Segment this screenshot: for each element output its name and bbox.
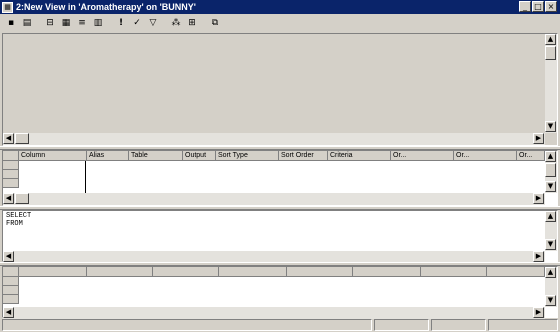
grid-hscroll[interactable]: ◀ ▶ — [3, 193, 545, 205]
grid-header-sort-order[interactable]: Sort Order — [279, 151, 328, 161]
diagram-vscroll[interactable]: ▲ ▼ — [545, 34, 557, 133]
status-panel-main — [2, 319, 372, 331]
results-header[interactable] — [287, 267, 353, 277]
sql-pane[interactable]: SELECT FROM ▲ ▼ ◀ ▶ — [2, 210, 558, 263]
scroll-down-icon[interactable]: ▼ — [545, 181, 556, 192]
grid-header-table[interactable]: Table — [129, 151, 183, 161]
window-title: 2:New View in 'Aromatherapy' on 'BUNNY' — [16, 2, 196, 12]
scroll-down-icon[interactable]: ▼ — [545, 295, 556, 306]
sql-vscroll[interactable]: ▲ ▼ — [545, 211, 557, 251]
results-corner — [3, 267, 19, 277]
sql-from-line[interactable]: FROM — [6, 220, 23, 229]
results-vscroll[interactable]: ▲ ▼ — [545, 267, 557, 307]
scroll-thumb[interactable] — [15, 193, 29, 204]
show-sql-icon[interactable]: ≡ — [75, 17, 89, 30]
scroll-thumb[interactable] — [15, 133, 29, 144]
status-panel — [374, 319, 429, 331]
scroll-left-icon[interactable]: ◀ — [3, 307, 14, 318]
app-icon[interactable]: ▦ — [2, 1, 13, 13]
grid-header-or-3[interactable]: Or... — [517, 151, 545, 161]
results-header[interactable] — [219, 267, 287, 277]
grid-vscroll[interactable]: ▲ ▼ — [545, 151, 557, 193]
row-selector[interactable] — [3, 161, 19, 170]
grid-corner — [3, 151, 19, 161]
scroll-up-icon[interactable]: ▲ — [545, 34, 556, 45]
title-bar: ▦ 2:New View in 'Aromatherapy' on 'BUNNY… — [0, 0, 560, 14]
diagram-hscroll[interactable]: ◀ ▶ — [3, 133, 545, 145]
row-selector[interactable] — [3, 179, 19, 188]
scroll-left-icon[interactable]: ◀ — [3, 251, 14, 262]
results-header[interactable] — [153, 267, 219, 277]
save-icon[interactable]: ▪ — [4, 17, 18, 30]
scroll-down-icon[interactable]: ▼ — [545, 239, 556, 250]
scroll-up-icon[interactable]: ▲ — [545, 151, 556, 162]
toolbar: ▪ ▤ ⊟ ▦ ≡ ▥ ! ✓ ▽ ⁂ ⊞ ⧉ — [0, 14, 560, 32]
row-selector[interactable] — [3, 286, 19, 295]
scroll-right-icon[interactable]: ▶ — [533, 133, 544, 144]
run-icon[interactable]: ! — [114, 17, 128, 30]
minimize-button[interactable]: _ — [519, 1, 531, 12]
add-table-icon[interactable]: ⊞ — [185, 17, 199, 30]
results-header[interactable] — [487, 267, 545, 277]
results-header[interactable] — [421, 267, 487, 277]
grid-header-or-2[interactable]: Or... — [454, 151, 517, 161]
scroll-right-icon[interactable]: ▶ — [533, 251, 544, 262]
row-selector[interactable] — [3, 277, 19, 286]
results-pane[interactable]: ▲ ▼ ◀ ▶ — [2, 266, 558, 319]
grid-header-sort-type[interactable]: Sort Type — [216, 151, 279, 161]
grid-header-column[interactable]: Column — [19, 151, 87, 161]
results-header[interactable] — [87, 267, 153, 277]
print-icon[interactable]: ▤ — [20, 17, 34, 30]
status-bar — [0, 318, 560, 332]
maximize-button[interactable]: □ — [532, 1, 544, 12]
results-header[interactable] — [19, 267, 87, 277]
group-by-icon[interactable]: ⁂ — [169, 17, 183, 30]
verify-sql-icon[interactable]: ✓ — [130, 17, 144, 30]
scroll-up-icon[interactable]: ▲ — [545, 211, 556, 222]
scroll-right-icon[interactable]: ▶ — [533, 307, 544, 318]
grid-header-alias[interactable]: Alias — [87, 151, 129, 161]
grid-cursor-line — [85, 161, 86, 193]
close-button[interactable]: × — [545, 1, 557, 12]
row-selector[interactable] — [3, 170, 19, 179]
status-panel — [488, 319, 558, 331]
scroll-down-icon[interactable]: ▼ — [545, 121, 556, 132]
grid-header-output[interactable]: Output — [183, 151, 216, 161]
row-selector[interactable] — [3, 295, 19, 304]
show-results-icon[interactable]: ▥ — [91, 17, 105, 30]
results-header[interactable] — [353, 267, 421, 277]
scroll-left-icon[interactable]: ◀ — [3, 133, 14, 144]
grid-header-criteria[interactable]: Criteria — [328, 151, 391, 161]
scroll-up-icon[interactable]: ▲ — [545, 267, 556, 278]
new-view-icon[interactable]: ⧉ — [208, 17, 222, 30]
scroll-left-icon[interactable]: ◀ — [3, 193, 14, 204]
grid-header-or-1[interactable]: Or... — [391, 151, 454, 161]
show-diagram-icon[interactable]: ⊟ — [43, 17, 57, 30]
remove-filter-icon[interactable]: ▽ — [146, 17, 160, 30]
grid-pane[interactable]: Column Alias Table Output Sort Type Sort… — [2, 150, 558, 206]
status-panel — [431, 319, 486, 331]
scroll-thumb[interactable] — [545, 46, 556, 60]
scroll-thumb[interactable] — [545, 163, 556, 177]
diagram-pane[interactable]: ▲ ▼ ◀ ▶ — [2, 33, 558, 146]
scroll-right-icon[interactable]: ▶ — [533, 193, 544, 204]
show-grid-icon[interactable]: ▦ — [59, 17, 73, 30]
